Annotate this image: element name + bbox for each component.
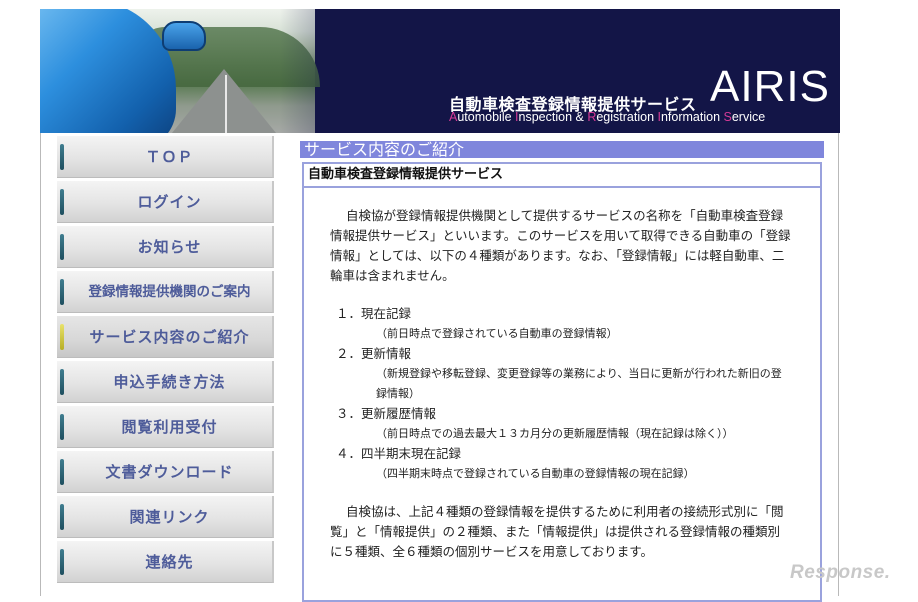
nav-item-services[interactable]: サービス内容のご紹介 <box>57 316 274 358</box>
nav-item-browsing[interactable]: 閲覧利用受付 <box>57 406 274 448</box>
paragraph-indent <box>330 208 346 223</box>
intro-paragraph: 自検協が登録情報提供機関として提供するサービスの名称を「自動車検査登録情報提供サ… <box>330 206 792 286</box>
nav-item-label: 申込手続き方法 <box>113 373 226 391</box>
info-type-list: １．現在記録 （前日時点で登録されている自動車の登録情報） ２．更新情報 （新規… <box>330 304 792 484</box>
list-item-note: （前日時点で登録されている自動車の登録情報） <box>376 327 618 340</box>
paragraph-indent <box>330 504 346 519</box>
nav-item-top[interactable]: ＴＯＰ <box>57 136 274 178</box>
header-banner: 自動車検査登録情報提供サービス AIRIS Automobile Inspect… <box>40 9 840 133</box>
nav-marker <box>60 459 64 485</box>
nav-item-links[interactable]: 関連リンク <box>57 496 274 538</box>
nav-marker <box>60 414 64 440</box>
service-title-en: Automobile Inspection & Registration Inf… <box>449 110 765 124</box>
list-item-title: ４．四半期末現在記録 <box>336 446 462 461</box>
closing-paragraph: 自検協は、上記４種類の登録情報を提供するために利用者の接続形式別に「閲覧」と「情… <box>330 502 792 562</box>
list-item-note: （前日時点での過去最大１３カ月分の更新履歴情報（現在記録は除く）） <box>376 427 734 440</box>
nav-item-login[interactable]: ログイン <box>57 181 274 223</box>
nav-item-label: お知らせ <box>137 238 202 256</box>
nav-marker <box>60 189 64 215</box>
banner-road-line <box>225 75 227 133</box>
list-item-note: （新規登録や移転登録、変更登録等の業務により、当日に更新が行われた新旧の登録情報… <box>376 367 782 400</box>
list-item-title: １．現在記録 <box>336 306 412 321</box>
response-watermark: Response. <box>790 562 891 584</box>
nav-item-label: サービス内容のご紹介 <box>89 328 250 346</box>
nav-item-news[interactable]: お知らせ <box>57 226 274 268</box>
nav-item-application[interactable]: 申込手続き方法 <box>57 361 274 403</box>
list-item-note: （四半期末時点で登録されている自動車の登録情報の現在記録） <box>376 467 695 480</box>
nav-item-providers[interactable]: 登録情報提供機関のご案内 <box>57 271 274 313</box>
list-item-title: ２．更新情報 <box>336 346 412 361</box>
nav-marker <box>60 504 64 530</box>
nav-item-label: 関連リンク <box>129 508 210 526</box>
page-title: サービス内容のご紹介 <box>300 141 824 158</box>
nav-marker <box>60 279 64 305</box>
frame-right-border <box>838 133 839 596</box>
content-body: 自検協が登録情報提供機関として提供するサービスの名称を「自動車検査登録情報提供サ… <box>330 206 792 562</box>
subtitle-part: nspection & <box>518 110 588 124</box>
nav-item-label: 閲覧利用受付 <box>121 418 218 436</box>
closing-text: 自検協は、上記４種類の登録情報を提供するために利用者の接続形式別に「閲覧」と「情… <box>330 504 784 559</box>
nav-marker-active <box>60 324 64 350</box>
subtitle-part: ervice <box>731 110 766 124</box>
list-item-title: ３．更新履歴情報 <box>336 406 437 421</box>
nav-item-label: ＴＯＰ <box>145 148 194 166</box>
banner-fade <box>280 9 470 133</box>
nav-item-label: ログイン <box>137 193 202 211</box>
nav-item-label: 文書ダウンロード <box>105 463 234 481</box>
nav-item-label: 連絡先 <box>145 553 194 571</box>
subtitle-part: egistration <box>596 110 658 124</box>
sidebar-nav: ＴＯＰ ログイン お知らせ 登録情報提供機関のご案内 サービス内容のご紹介 申込… <box>57 136 274 586</box>
nav-item-contact[interactable]: 連絡先 <box>57 541 274 583</box>
subtitle-initial: S <box>723 110 732 124</box>
section-title: 自動車検査登録情報提供サービス <box>304 164 820 188</box>
watermark-text: Response. <box>790 562 891 583</box>
nav-marker <box>60 369 64 395</box>
subtitle-part: nformation <box>660 110 724 124</box>
nav-marker <box>60 144 64 170</box>
nav-marker <box>60 549 64 575</box>
banner-car-mirror <box>162 21 206 51</box>
nav-item-label: 登録情報提供機関のご案内 <box>88 284 251 300</box>
subtitle-part: utomobile <box>457 110 516 124</box>
banner-road <box>172 69 276 133</box>
nav-item-downloads[interactable]: 文書ダウンロード <box>57 451 274 493</box>
subtitle-initial: R <box>587 110 597 124</box>
nav-marker <box>60 234 64 260</box>
airis-logo: AIRIS <box>710 62 830 111</box>
intro-text: 自検協が登録情報提供機関として提供するサービスの名称を「自動車検査登録情報提供サ… <box>330 208 791 283</box>
frame-left-border <box>40 133 41 596</box>
